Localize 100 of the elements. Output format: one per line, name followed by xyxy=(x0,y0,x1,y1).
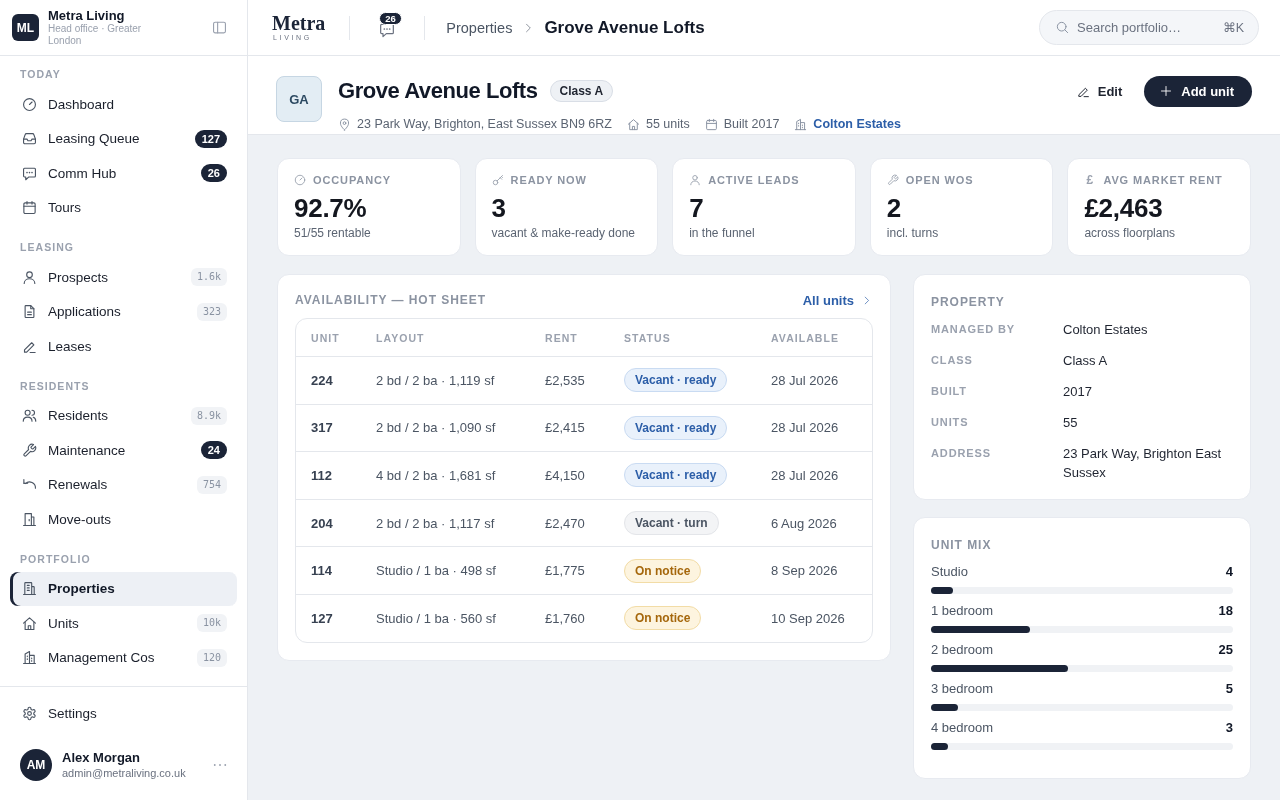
notification-badge: 26 xyxy=(379,11,402,25)
search-field[interactable]: Search portfolio… ⌘K xyxy=(1039,10,1259,45)
kpi-value: 2 xyxy=(886,193,902,223)
pound-sign-icon: £ xyxy=(1084,174,1097,186)
table-cell-text: £4,150 xyxy=(544,468,586,483)
field-value: Class A xyxy=(1063,352,1109,370)
nav-item[interactable]: Dashboard xyxy=(10,87,237,122)
table-cell-text: £2,470 xyxy=(544,515,586,531)
edit-button[interactable]: Edit xyxy=(1074,76,1125,106)
card-title: AVAILABILITY — HOT SHEET xyxy=(295,292,487,308)
sidebar-toggle-icon[interactable] xyxy=(212,20,227,35)
table-cell-text: Studio / 1 ba · 560 sf xyxy=(375,610,497,626)
mix-label: 4 bedroom xyxy=(931,719,994,737)
nav-item[interactable]: Move-outs xyxy=(10,502,237,537)
user-avatar: AM xyxy=(20,749,52,781)
nav-item[interactable]: Leasing Queue 127 xyxy=(10,121,237,156)
mix-label: Studio xyxy=(931,563,968,581)
table-cell-text: £2,415 xyxy=(544,420,586,436)
table-cell-text: 2 bd / 2 ba · 1,117 sf xyxy=(375,515,496,531)
status-badge: Vacant · ready xyxy=(624,368,728,393)
card-title: PROPERTY xyxy=(931,294,1006,310)
office-buildings-icon xyxy=(794,117,808,131)
nav-item[interactable]: Properties xyxy=(10,571,237,606)
table-cell-text: £1,775 xyxy=(544,563,586,579)
nav-item[interactable]: Applications 323 xyxy=(10,294,237,329)
nav-item[interactable]: Residents 8.9k xyxy=(10,398,237,433)
nav-item[interactable]: Leases xyxy=(10,329,237,364)
table-cell-text: 112 xyxy=(310,468,333,483)
table-cell-text: 127 xyxy=(310,610,334,626)
house-icon xyxy=(22,615,37,631)
key-icon xyxy=(491,174,504,186)
table-cell-text: 114 xyxy=(310,563,333,579)
section-label: LEASING xyxy=(20,240,76,255)
column-header: RENT xyxy=(544,331,579,344)
wrench-icon xyxy=(22,442,37,458)
gauge-icon xyxy=(22,96,37,112)
manager-link[interactable]: Colton Estates xyxy=(813,117,901,131)
person-icon xyxy=(22,269,37,285)
mix-count: 3 xyxy=(1225,719,1233,737)
count-badge: 127 xyxy=(194,129,227,148)
nav-item[interactable]: Tours xyxy=(10,190,237,225)
door-icon xyxy=(22,511,37,527)
nav-item[interactable]: Renewals 754 xyxy=(10,467,237,502)
kpi-value: £2,463 xyxy=(1084,193,1164,223)
class-badge: Class A xyxy=(549,80,614,102)
nav-item[interactable]: Maintenance 24 xyxy=(10,433,237,468)
inbox-icon xyxy=(22,131,37,147)
count-badge: 323 xyxy=(196,302,227,321)
table-cell-text: 28 Jul 2026 xyxy=(770,372,840,388)
all-units-link[interactable]: All units xyxy=(802,292,871,308)
nav-item[interactable]: Management Cos 120 xyxy=(10,640,237,675)
search-icon xyxy=(1056,21,1069,34)
table-cell-text: 8 Sep 2026 xyxy=(770,563,839,579)
add-button[interactable]: Add unit xyxy=(1144,75,1252,107)
chat-bubble-icon[interactable] xyxy=(379,21,396,38)
field-value: 23 Park Way, Brighton East Sussex xyxy=(1063,445,1223,482)
mix-count: 4 xyxy=(1225,563,1233,581)
nav-item[interactable]: Prospects 1.6k xyxy=(10,260,237,295)
column-header: LAYOUT xyxy=(375,331,426,344)
breadcrumb-link[interactable]: Properties xyxy=(446,19,513,36)
table-cell-text: 28 Jul 2026 xyxy=(770,468,840,483)
count-badge: 10k xyxy=(196,614,227,633)
logo-wordmark: Metra xyxy=(272,13,326,33)
field-label: ADDRESS xyxy=(931,446,992,461)
field-label: MANAGED BY xyxy=(931,322,1016,337)
table-cell-text: Studio / 1 ba · 498 sf xyxy=(375,563,497,579)
field-value: 2017 xyxy=(1063,383,1093,401)
section-label: RESIDENTS xyxy=(20,378,91,394)
nav-item[interactable]: Settings xyxy=(10,696,237,731)
kpi-value: 3 xyxy=(491,193,507,223)
meta-text: 55 units xyxy=(645,117,690,131)
table-cell-text: 317 xyxy=(310,420,334,436)
table-cell-text: 2 bd / 2 ba · 1,119 sf xyxy=(375,372,496,388)
kpi-value: 7 xyxy=(689,193,705,223)
search-input[interactable]: Search portfolio… xyxy=(1077,20,1215,35)
kpi-note: vacant & make-ready done xyxy=(491,225,636,241)
nav-item[interactable]: Comm Hub 26 xyxy=(10,156,237,191)
nav-item[interactable]: Units 10k xyxy=(10,606,237,641)
column-header: AVAILABLE xyxy=(770,331,840,344)
user-email: admin@metraliving.co.uk xyxy=(62,766,187,780)
count-badge: 8.9k xyxy=(190,406,227,425)
kpi-label: AVG MARKET RENT xyxy=(1103,173,1223,187)
status-badge: Vacant · ready xyxy=(624,463,728,488)
field-label: UNITS xyxy=(931,415,970,430)
count-badge: 754 xyxy=(196,475,227,494)
card-title: UNIT MIX xyxy=(931,537,993,553)
table-cell-text: 224 xyxy=(310,372,334,388)
house-icon xyxy=(626,117,640,131)
people-icon xyxy=(22,408,37,424)
kpi-note: incl. turns xyxy=(886,225,940,241)
breadcrumb-current: Grove Avenue Lofts xyxy=(544,17,705,38)
chevron-right-icon xyxy=(523,22,534,33)
mix-count: 18 xyxy=(1218,602,1233,620)
count-badge: 1.6k xyxy=(190,268,227,287)
calendar-icon xyxy=(704,117,718,131)
count-badge: 120 xyxy=(196,648,227,667)
property-avatar: GA xyxy=(276,76,322,122)
kpi-value: 92.7% xyxy=(294,193,368,223)
table-cell-text: 204 xyxy=(310,515,334,531)
property-title: Grove Avenue Lofts xyxy=(338,77,538,105)
